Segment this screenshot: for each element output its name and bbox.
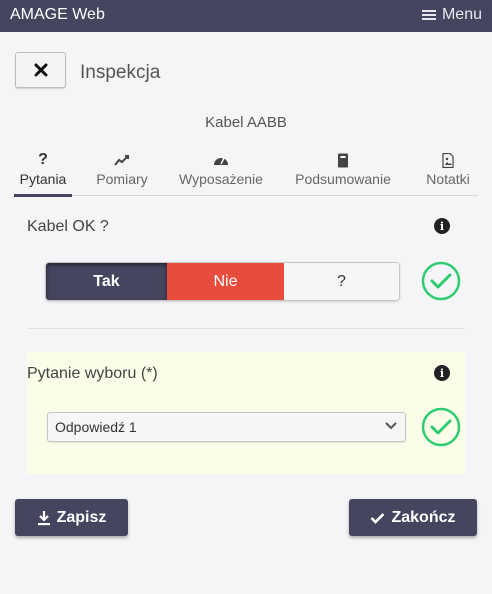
top-bar: AMAGE Web Menu xyxy=(0,0,492,32)
question-icon: ? xyxy=(38,151,48,168)
menu-label: Menu xyxy=(441,6,482,23)
tab-bar: ? Pytania Pomiary Wyposażenie Podsumowan… xyxy=(14,150,478,197)
tab-label: Wyposażenie xyxy=(179,171,263,187)
menu-button[interactable]: Menu xyxy=(421,6,482,24)
option-unknown-button[interactable]: ? xyxy=(284,263,399,300)
question-label: Pytanie wyboru (*) xyxy=(27,365,158,382)
option-no-button[interactable]: Nie xyxy=(167,263,284,300)
close-icon xyxy=(34,63,47,77)
close-button[interactable] xyxy=(15,52,66,88)
divider xyxy=(27,328,465,329)
yes-no-selector: Tak Nie ? xyxy=(45,262,400,301)
tab-label: Notatki xyxy=(426,171,470,187)
document-image-icon xyxy=(418,150,478,170)
app-title: AMAGE Web xyxy=(10,6,105,23)
tab-label: Pomiary xyxy=(96,171,148,187)
save-label: Zapisz xyxy=(56,508,107,526)
tab-pomiary[interactable]: Pomiary xyxy=(90,150,154,196)
tab-label: Pytania xyxy=(19,171,67,187)
question-label: Kabel OK ? xyxy=(27,218,109,235)
notebook-icon xyxy=(288,150,398,170)
line-chart-icon xyxy=(90,150,154,170)
gauge-icon xyxy=(172,150,270,170)
download-icon xyxy=(37,510,50,525)
tab-podsumowanie[interactable]: Podsumowanie xyxy=(288,150,398,196)
finish-label: Zakończ xyxy=(391,508,456,526)
tab-notatki[interactable]: Notatki xyxy=(418,150,478,196)
chevron-down-icon xyxy=(385,422,397,430)
check-circle-icon xyxy=(421,407,461,447)
info-icon[interactable]: i xyxy=(434,218,450,234)
check-circle-icon xyxy=(421,261,461,301)
info-icon[interactable]: i xyxy=(434,365,450,381)
tab-label: Podsumowanie xyxy=(295,171,391,187)
tab-pytania[interactable]: ? Pytania xyxy=(14,150,72,197)
finish-button[interactable]: Zakończ xyxy=(349,499,477,536)
answer-select[interactable]: Odpowiedź 1 xyxy=(47,412,406,442)
hamburger-icon xyxy=(421,9,436,21)
inspection-subject: Kabel AABB xyxy=(205,114,287,131)
tab-wyposazenie[interactable]: Wyposażenie xyxy=(172,150,270,196)
page-title: Inspekcja xyxy=(80,62,161,83)
check-icon xyxy=(371,512,385,524)
save-button[interactable]: Zapisz xyxy=(15,499,128,536)
select-value: Odpowiedź 1 xyxy=(55,419,137,435)
option-yes-button[interactable]: Tak xyxy=(46,263,167,300)
